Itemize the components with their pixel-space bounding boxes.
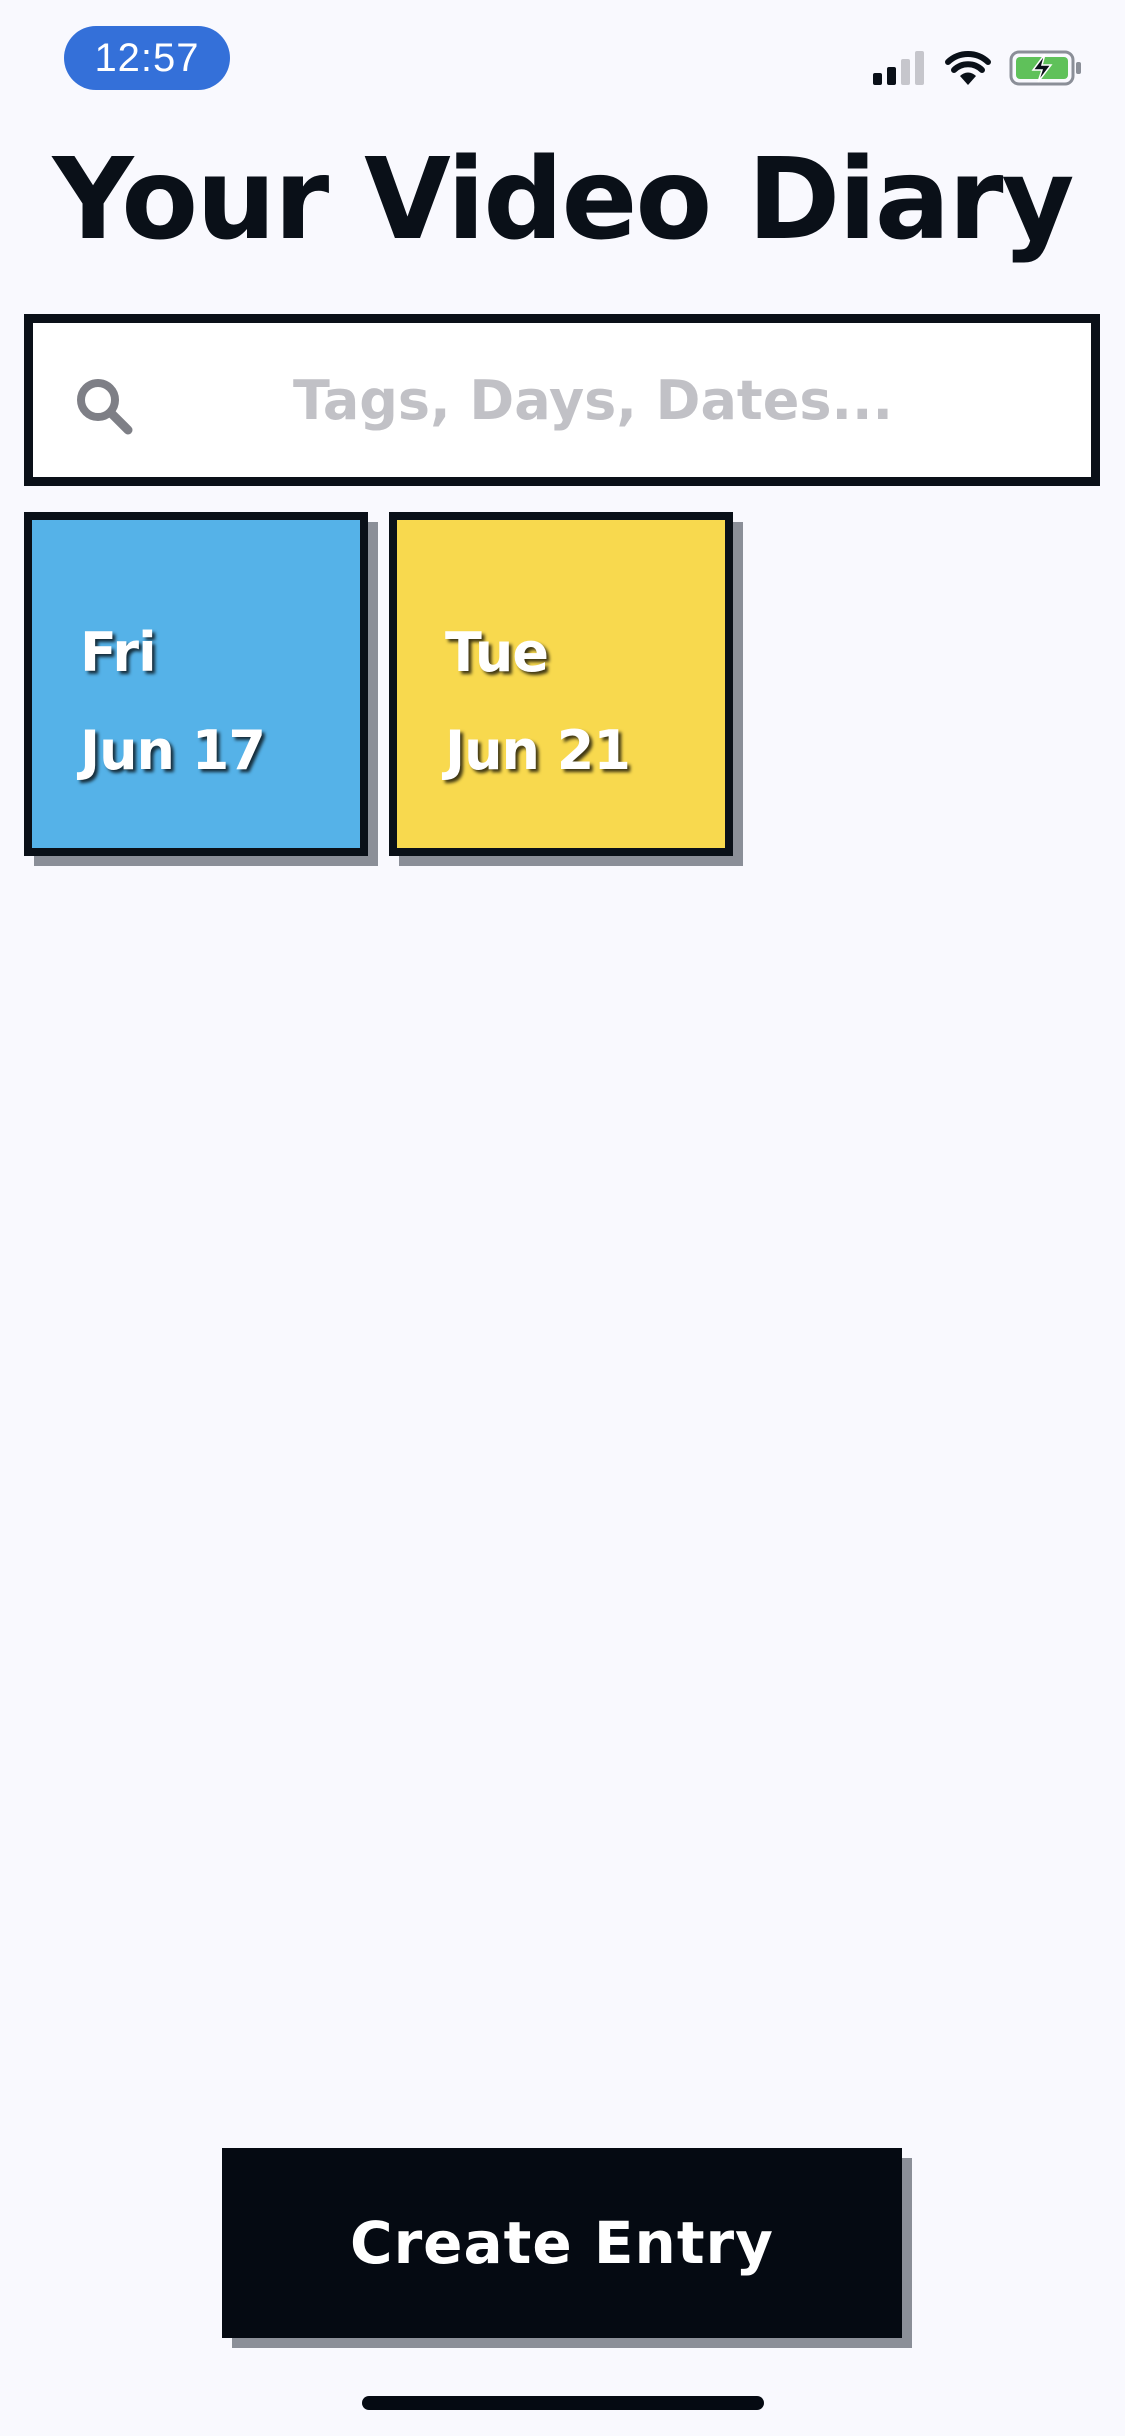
battery-charging-icon	[1009, 50, 1081, 86]
entry-date: Jun 21	[445, 719, 631, 782]
entry-card[interactable]: Tue Jun 21	[389, 512, 733, 856]
entry-day: Fri	[80, 621, 157, 684]
status-time: 12:57	[64, 26, 230, 90]
create-entry-button[interactable]: Create Entry	[222, 2148, 902, 2338]
entry-card-wrapper: Fri Jun 17	[24, 512, 378, 866]
status-icons	[873, 46, 1083, 90]
search-bar[interactable]	[24, 314, 1100, 486]
entry-card-wrapper: Tue Jun 21	[389, 512, 743, 866]
page-title: Your Video Diary	[52, 135, 1074, 265]
search-input[interactable]	[163, 323, 1023, 477]
entry-date: Jun 17	[80, 719, 266, 782]
create-entry-wrapper: Create Entry	[222, 2148, 912, 2348]
entry-card[interactable]: Fri Jun 17	[24, 512, 368, 856]
wifi-icon	[945, 51, 991, 85]
home-indicator[interactable]	[362, 2396, 764, 2410]
search-icon	[77, 379, 133, 435]
entry-day: Tue	[445, 621, 549, 684]
cellular-signal-icon	[873, 51, 924, 85]
